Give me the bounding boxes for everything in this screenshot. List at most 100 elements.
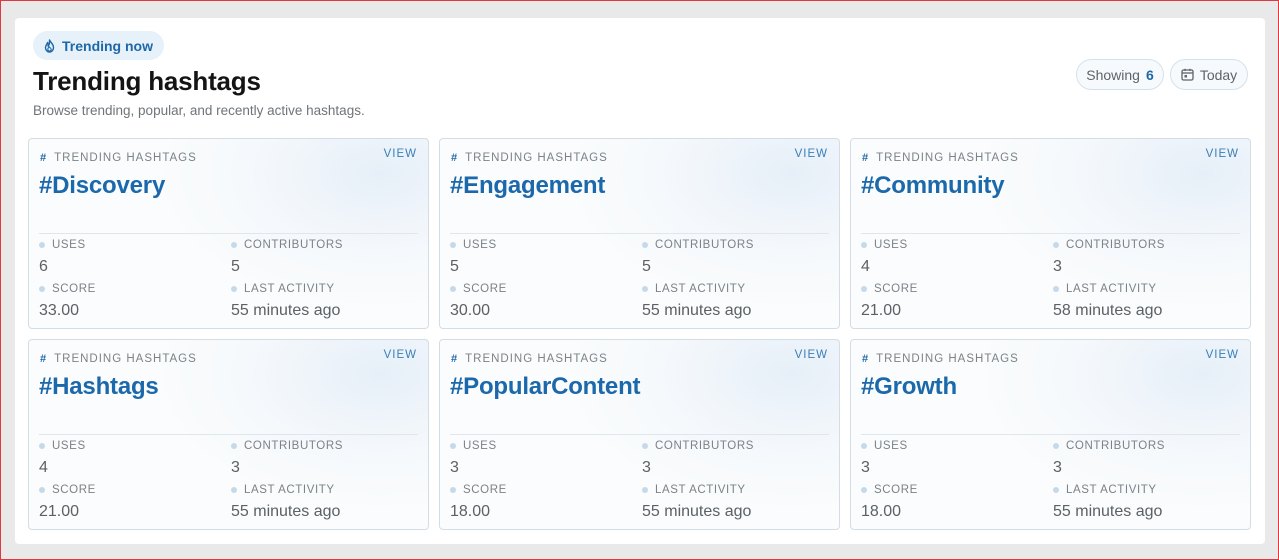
view-link[interactable]: VIEW: [1206, 349, 1239, 361]
hashtag-title[interactable]: #Growth: [861, 373, 957, 401]
stat-uses: USES 5: [450, 239, 497, 276]
stat-uses: USES 3: [861, 440, 908, 477]
stat-label: SCORE: [874, 484, 918, 496]
card-kicker: # TRENDING HASHTAGS: [451, 152, 608, 164]
stat-score: SCORE 18.00: [450, 484, 507, 521]
bullet-dot-icon: [231, 443, 237, 449]
flame-icon: [44, 38, 55, 53]
hashtag-card[interactable]: # TRENDING HASHTAGS VIEW #PopularContent…: [439, 339, 840, 530]
stat-label: LAST ACTIVITY: [244, 283, 335, 295]
card-kicker-label: TRENDING HASHTAGS: [465, 152, 608, 164]
stat-label: CONTRIBUTORS: [655, 239, 754, 251]
showing-label: Showing: [1086, 66, 1140, 83]
stat-last-activity: LAST ACTIVITY 58 minutes ago: [1053, 283, 1162, 320]
bullet-dot-icon: [1053, 286, 1059, 292]
stat-contributors: CONTRIBUTORS 3: [1053, 239, 1165, 276]
stat-score: SCORE 33.00: [39, 283, 96, 320]
card-kicker-label: TRENDING HASHTAGS: [876, 353, 1019, 365]
bullet-dot-icon: [1053, 443, 1059, 449]
stat-label: USES: [874, 239, 908, 251]
hashtag-title[interactable]: #PopularContent: [450, 373, 641, 401]
stat-label: CONTRIBUTORS: [1066, 239, 1165, 251]
card-divider: [39, 434, 418, 435]
view-link[interactable]: VIEW: [1206, 148, 1239, 160]
trending-panel: Trending now Trending hashtags Browse tr…: [15, 18, 1265, 544]
stat-value: 55 minutes ago: [642, 302, 752, 319]
bullet-dot-icon: [1053, 242, 1059, 248]
bullet-dot-icon: [861, 242, 867, 248]
card-divider: [450, 434, 829, 435]
view-link[interactable]: VIEW: [384, 349, 417, 361]
page-title: Trending hashtags: [33, 66, 261, 96]
stat-label: USES: [463, 440, 497, 452]
stat-label: SCORE: [463, 484, 507, 496]
stat-label: USES: [463, 239, 497, 251]
hashtag-title[interactable]: #Community: [861, 172, 1005, 200]
hash-icon: #: [40, 353, 47, 365]
card-kicker: # TRENDING HASHTAGS: [40, 152, 197, 164]
stat-last-activity: LAST ACTIVITY 55 minutes ago: [642, 283, 751, 320]
card-divider: [450, 233, 829, 234]
hash-icon: #: [862, 353, 869, 365]
card-divider: [39, 233, 418, 234]
stat-label: USES: [874, 440, 908, 452]
bullet-dot-icon: [1053, 487, 1059, 493]
stat-contributors: CONTRIBUTORS 5: [231, 239, 343, 276]
card-divider: [861, 233, 1240, 234]
hashtag-card[interactable]: # TRENDING HASHTAGS VIEW #Community USES…: [850, 138, 1251, 329]
stat-contributors: CONTRIBUTORS 5: [642, 239, 754, 276]
stat-value: 33.00: [39, 302, 80, 319]
trending-now-badge: Trending now: [33, 31, 164, 60]
stat-last-activity: LAST ACTIVITY 55 minutes ago: [231, 484, 340, 521]
bullet-dot-icon: [450, 443, 456, 449]
bullet-dot-icon: [450, 242, 456, 248]
hash-icon: #: [451, 152, 458, 164]
view-link[interactable]: VIEW: [384, 148, 417, 160]
calendar-icon: [1181, 68, 1194, 81]
stat-value: 5: [642, 258, 651, 275]
stat-value: 3: [231, 459, 240, 476]
stat-value: 18.00: [450, 503, 491, 520]
stat-score: SCORE 21.00: [39, 484, 96, 521]
hashtag-card[interactable]: # TRENDING HASHTAGS VIEW #Growth USES 3 …: [850, 339, 1251, 530]
stat-value: 3: [1053, 258, 1062, 275]
date-filter-button[interactable]: Today: [1170, 59, 1248, 90]
hashtag-title[interactable]: #Discovery: [39, 172, 165, 200]
stat-value: 55 minutes ago: [231, 503, 341, 520]
stat-value: 3: [642, 459, 651, 476]
card-kicker-label: TRENDING HASHTAGS: [876, 152, 1019, 164]
hashtag-card[interactable]: # TRENDING HASHTAGS VIEW #Discovery USES…: [28, 138, 429, 329]
bullet-dot-icon: [450, 286, 456, 292]
stat-label: LAST ACTIVITY: [244, 484, 335, 496]
bullet-dot-icon: [39, 487, 45, 493]
stat-uses: USES 4: [861, 239, 908, 276]
hashtag-title[interactable]: #Hashtags: [39, 373, 159, 401]
stat-value: 30.00: [450, 302, 491, 319]
stat-value: 55 minutes ago: [1053, 503, 1163, 520]
showing-count: 6: [1145, 66, 1154, 83]
stat-value: 3: [861, 459, 870, 476]
stat-value: 55 minutes ago: [642, 503, 752, 520]
stat-label: USES: [52, 239, 86, 251]
showing-count-pill: Showing 6: [1076, 59, 1164, 90]
hashtag-card[interactable]: # TRENDING HASHTAGS VIEW #Engagement USE…: [439, 138, 840, 329]
card-kicker-label: TRENDING HASHTAGS: [465, 353, 608, 365]
stat-contributors: CONTRIBUTORS 3: [1053, 440, 1165, 477]
bullet-dot-icon: [642, 286, 648, 292]
stat-label: CONTRIBUTORS: [244, 239, 343, 251]
card-kicker-label: TRENDING HASHTAGS: [54, 353, 197, 365]
view-link[interactable]: VIEW: [795, 148, 828, 160]
bullet-dot-icon: [450, 487, 456, 493]
stat-uses: USES 3: [450, 440, 497, 477]
stat-value: 3: [1053, 459, 1062, 476]
view-link[interactable]: VIEW: [795, 349, 828, 361]
stat-label: LAST ACTIVITY: [655, 283, 746, 295]
stat-value: 18.00: [861, 503, 902, 520]
stat-label: SCORE: [874, 283, 918, 295]
stat-label: CONTRIBUTORS: [655, 440, 754, 452]
stat-label: CONTRIBUTORS: [244, 440, 343, 452]
hashtag-card[interactable]: # TRENDING HASHTAGS VIEW #Hashtags USES …: [28, 339, 429, 530]
stat-score: SCORE 18.00: [861, 484, 918, 521]
hashtag-title[interactable]: #Engagement: [450, 172, 605, 200]
hash-icon: #: [862, 152, 869, 164]
